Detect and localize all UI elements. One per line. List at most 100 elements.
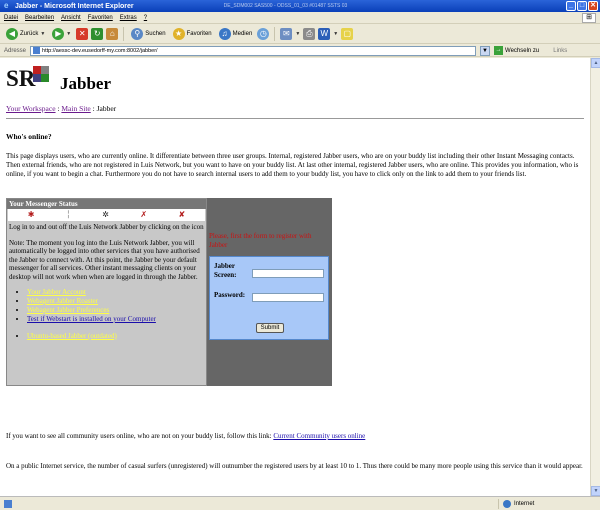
home-icon[interactable]: ⌂ xyxy=(106,28,119,40)
intro-paragraph: This page displays users, who are curren… xyxy=(6,152,579,178)
menu-tools[interactable]: Extras xyxy=(120,15,137,21)
toolbar-separator xyxy=(274,27,276,41)
messenger-note-text: Note: The moment you log into the Luis N… xyxy=(9,238,200,281)
back-label: Zurück xyxy=(20,31,39,37)
favorites-button[interactable]: ★ Favoriten xyxy=(171,27,214,42)
password-input[interactable] xyxy=(252,293,324,302)
breadcrumb-main-site-link[interactable]: Main Site xyxy=(61,104,90,113)
mail-icon[interactable]: ✉ xyxy=(280,28,293,40)
messenger-status-heading: Your Messenger Status xyxy=(7,199,206,209)
page-done-icon xyxy=(4,499,12,508)
page-icon xyxy=(33,47,41,54)
refresh-icon[interactable]: ↻ xyxy=(91,28,104,40)
password-label: Password: xyxy=(214,291,246,299)
media-label: Medien xyxy=(232,31,253,37)
media-icon: ♫ xyxy=(218,28,231,40)
links-toolbar[interactable]: Links xyxy=(553,48,567,54)
back-button[interactable]: ◀ Zurück ▼ xyxy=(4,27,47,42)
menu-favorites[interactable]: Favoriten xyxy=(88,15,113,21)
jabber-preferences-link[interactable]: Webagent Jabber Preferences xyxy=(27,306,109,314)
address-bar: Adresse http://aessc-dev.eusedorff-my.co… xyxy=(0,45,600,57)
menu-edit[interactable]: Bearbeiten xyxy=(25,15,54,21)
history-icon[interactable]: ◷ xyxy=(257,28,270,40)
login-form: Jabber Screen: Password: Submit xyxy=(209,256,329,340)
messenger-icon[interactable]: ▢ xyxy=(341,28,354,40)
jabber-roaster-link[interactable]: Webagent Jabber Roaster xyxy=(27,297,98,305)
zone-label: Internet xyxy=(514,501,535,507)
window-controls: _ □ ✕ xyxy=(566,1,598,11)
search-button[interactable]: ⚲ Suchen xyxy=(129,27,167,42)
window-title-extra: DE_SDM002 SAS500 - ODSS_01_03 #01487 SST… xyxy=(223,3,348,9)
scroll-up-icon[interactable]: ▲ xyxy=(591,58,600,68)
favorites-label: Favoriten xyxy=(186,31,212,37)
logo-text: SR xyxy=(6,66,36,90)
chevron-down-icon[interactable]: ▼ xyxy=(333,31,338,37)
person-online-icon[interactable]: ✱ xyxy=(28,210,35,220)
internet-explorer-icon: e xyxy=(4,1,9,10)
window-title: Jabber - Microsoft Internet Explorer xyxy=(15,2,134,10)
messenger-status-body: Log in to and out off the Luis Network J… xyxy=(7,221,206,343)
address-url: http://aessc-dev.eusedorff-my.com:8002/j… xyxy=(42,47,158,54)
list-item: Webagent Jabber Roaster xyxy=(27,297,204,306)
person-busy-icon[interactable]: ✲ xyxy=(102,210,109,220)
go-arrow-icon: → xyxy=(494,46,504,55)
login-warning: Please, first the form to register with … xyxy=(209,232,312,249)
person-away-icon[interactable]: ✗ xyxy=(140,210,147,220)
address-input[interactable]: http://aessc-dev.eusedorff-my.com:8002/j… xyxy=(30,45,477,56)
screen-label: Screen: xyxy=(214,271,237,279)
windows-flag-icon: ⊞ xyxy=(582,13,596,23)
list-item: Ubuntu-based Jabber (outdated) xyxy=(27,332,204,341)
title-bar: e Jabber - Microsoft Internet Explorer D… xyxy=(0,0,600,12)
jabber-account-link[interactable]: Your Jabber Account xyxy=(27,288,86,296)
menu-bar: Datei Bearbeiten Ansicht Favoriten Extra… xyxy=(0,12,600,24)
chevron-down-icon[interactable]: ▼ xyxy=(295,31,300,37)
stop-icon[interactable]: ✕ xyxy=(76,28,89,40)
menu-view[interactable]: Ansicht xyxy=(61,15,81,21)
status-bar: Internet xyxy=(0,496,600,510)
address-dropdown-icon[interactable]: ▼ xyxy=(480,45,491,56)
forward-button[interactable]: ▶ ▼ xyxy=(50,27,73,42)
login-panel: Please, first the form to register with … xyxy=(207,198,332,386)
security-zone: Internet xyxy=(498,499,596,509)
community-users-link[interactable]: Current Community users online xyxy=(273,432,365,440)
forward-arrow-icon: ▶ xyxy=(52,28,65,40)
address-label: Adresse xyxy=(4,47,27,54)
go-label: Wechseln zu xyxy=(505,47,540,54)
messenger-status-box: Your Messenger Status ✱ ╎ ✲ ✗ ✘ Log in t… xyxy=(6,198,207,386)
chevron-down-icon: ▼ xyxy=(66,31,72,37)
toolbar: ◀ Zurück ▼ ▶ ▼ ✕ ↻ ⌂ ⚲ Suchen ★ Favorite… xyxy=(0,25,600,44)
messenger-login-text: Log in to and out off the Luis Network J… xyxy=(9,223,204,231)
scroll-down-icon[interactable]: ▼ xyxy=(591,486,600,496)
person-blocked-icon[interactable]: ✘ xyxy=(179,210,186,220)
ubuntu-jabber-link[interactable]: Ubuntu-based Jabber (outdated) xyxy=(27,332,117,340)
list-item: Your Jabber Account xyxy=(27,288,204,297)
screen-name-input[interactable] xyxy=(252,269,324,278)
minimize-button[interactable]: _ xyxy=(566,1,576,11)
toolbar-separator xyxy=(123,27,125,41)
menu-help[interactable]: ? xyxy=(144,15,147,21)
go-button[interactable]: → Wechseln zu xyxy=(494,46,539,55)
word-edit-icon[interactable]: W xyxy=(318,28,331,40)
public-service-note: On a public Internet service, the number… xyxy=(6,462,583,470)
search-label: Suchen xyxy=(145,31,166,37)
status-icons-row: ✱ ╎ ✲ ✗ ✘ xyxy=(8,209,205,221)
list-item: Webagent Jabber Preferences xyxy=(27,306,204,315)
maximize-button[interactable]: □ xyxy=(577,1,587,11)
webstart-test-link[interactable]: Test if Webstart is installed on your Co… xyxy=(27,315,156,323)
media-button[interactable]: ♫ Medien xyxy=(217,27,255,42)
community-text: If you want to see all community users o… xyxy=(6,432,274,440)
submit-button[interactable]: Submit xyxy=(256,323,284,333)
divider xyxy=(6,118,584,119)
close-button[interactable]: ✕ xyxy=(588,1,598,11)
menu-file[interactable]: Datei xyxy=(4,15,18,21)
jabber-label: Jabber xyxy=(214,262,235,270)
breadcrumb-workspace-link[interactable]: Your Workspace xyxy=(6,104,56,113)
community-link-paragraph: If you want to see all community users o… xyxy=(6,432,365,440)
breadcrumb-current: Jabber xyxy=(96,104,117,113)
vertical-scrollbar[interactable]: ▲ ▼ xyxy=(590,58,600,496)
print-icon[interactable]: ⎙ xyxy=(303,28,316,40)
search-icon: ⚲ xyxy=(131,28,144,40)
globe-icon xyxy=(503,500,511,508)
person-offline-icon[interactable]: ╎ xyxy=(66,210,71,220)
page-content: SR Jabber Your Workspace : Main Site : J… xyxy=(0,58,590,496)
